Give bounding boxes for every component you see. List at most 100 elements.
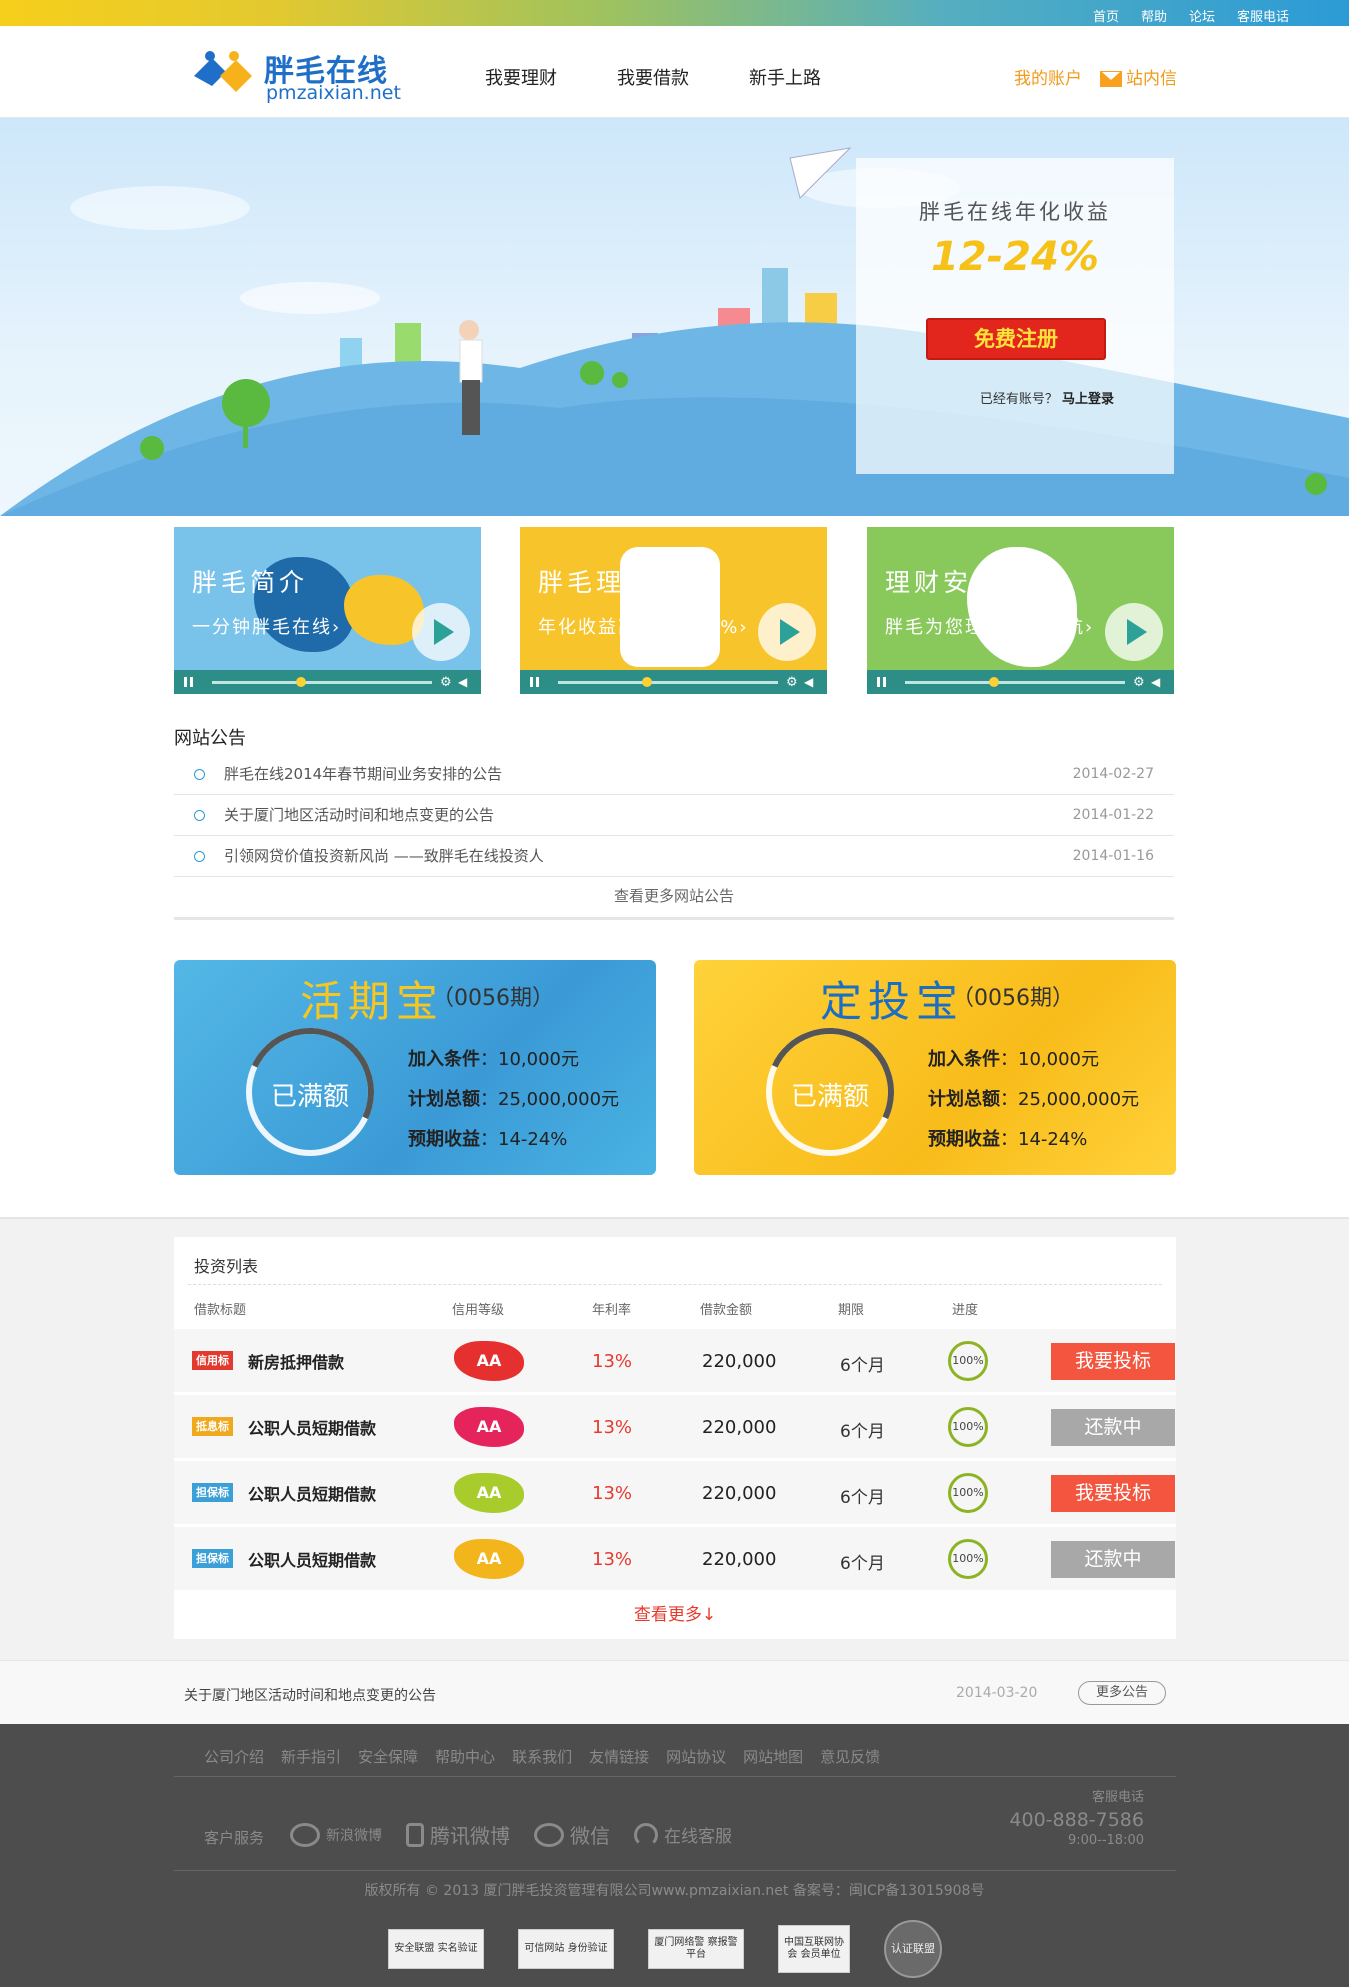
more-announcements-button[interactable]: 更多公告 — [1078, 1681, 1166, 1705]
police-report-badge[interactable]: 厦门网络警 察报警平台 — [648, 1929, 744, 1969]
notice-item[interactable]: 关于厦门地区活动时间和地点变更的公告 2014-01-22 — [174, 795, 1174, 836]
loan-name[interactable]: 公职人员短期借款 — [248, 1481, 376, 1505]
logo-en: pmzaixian.net — [266, 82, 401, 104]
logo[interactable]: 胖毛在线 pmzaixian.net — [190, 44, 420, 104]
repaying-button[interactable]: 还款中 — [1051, 1541, 1175, 1578]
notice-date: 2014-01-22 — [1072, 807, 1154, 823]
nav-newbie[interactable]: 新手上路 — [749, 64, 821, 90]
footer-link[interactable]: 安全保障 — [358, 1746, 418, 1767]
volume-icon[interactable]: ◀ — [804, 675, 813, 689]
nav-borrow[interactable]: 我要借款 — [617, 64, 689, 90]
notice-title: 网站公告 — [174, 728, 246, 749]
notice-ticker: 关于厦门地区活动时间和地点变更的公告 2014-03-20 更多公告 — [0, 1660, 1349, 1724]
table-row: 担保标 公职人员短期借款 AA 13% 220,000 6个月 100% 我要投… — [174, 1461, 1176, 1524]
my-account-link[interactable]: 我的账户 — [1014, 64, 1082, 89]
repaying-button[interactable]: 还款中 — [1051, 1409, 1175, 1446]
wechat-link[interactable]: 微信 — [534, 1820, 610, 1849]
credit-grade-badge: AA — [454, 1341, 524, 1381]
progress-knob[interactable] — [989, 677, 999, 687]
top-link-service-phone[interactable]: 客服电话 — [1237, 6, 1289, 25]
video-subtitle: 年化收益高达12-24%› — [538, 617, 749, 638]
loan-amount: 220,000 — [702, 1417, 777, 1438]
table-row: 担保标 公职人员短期借款 AA 13% 220,000 6个月 100% 还款中 — [174, 1527, 1176, 1590]
volume-icon[interactable]: ◀ — [458, 675, 467, 689]
progress-track[interactable] — [212, 681, 432, 684]
video-subtitle: 胖毛为您理财保驾护航› — [885, 617, 1095, 638]
product-card-fixed[interactable]: 定投宝 （0056期） 已满额 加入条件：10,000元 计划总额：25,000… — [694, 960, 1176, 1175]
footer-link[interactable]: 新手指引 — [281, 1746, 341, 1767]
hotline: 客服电话 400-888-7586 9:00--18:00 — [1009, 1786, 1144, 1848]
video-card-safety[interactable]: 理财安全 胖毛为您理财保驾护航› ⚙ ◀ — [867, 527, 1174, 694]
play-icon[interactable] — [758, 603, 816, 661]
footer-link[interactable]: 公司介绍 — [204, 1746, 264, 1767]
tencent-weibo-link[interactable]: 腾讯微博 — [406, 1820, 510, 1849]
progress-knob[interactable] — [296, 677, 306, 687]
footer-link[interactable]: 帮助中心 — [435, 1746, 495, 1767]
pause-icon[interactable] — [877, 677, 886, 687]
cond-value: ：10,000元 — [1000, 1049, 1099, 1070]
loan-name[interactable]: 新房抵押借款 — [248, 1349, 344, 1373]
progress-knob[interactable] — [642, 677, 652, 687]
headset-icon — [634, 1822, 658, 1847]
loan-rate: 13% — [592, 1351, 633, 1372]
total-label: 计划总额 — [408, 1089, 480, 1110]
notice-item[interactable]: 胖毛在线2014年春节期间业务安排的公告 2014-02-27 — [174, 754, 1174, 795]
footer-link[interactable]: 网站地图 — [743, 1746, 803, 1767]
internet-society-badge[interactable]: 中国互联网协会 会员单位 — [778, 1925, 850, 1973]
top-links: 首页 帮助 论坛 客服电话 — [1093, 6, 1289, 25]
social-label: 腾讯微博 — [430, 1824, 510, 1848]
login-link[interactable]: 马上登录 — [1062, 392, 1114, 407]
video-card-finance[interactable]: 胖毛理财 年化收益高达12-24%› ⚙ ◀ — [520, 527, 827, 694]
footer-link[interactable]: 联系我们 — [512, 1746, 572, 1767]
ticker-text[interactable]: 关于厦门地区活动时间和地点变更的公告 — [184, 1685, 436, 1705]
social-links: 新浪微博 腾讯微博 微信 在线客服 — [290, 1820, 732, 1849]
register-button[interactable]: 免费注册 — [926, 318, 1106, 360]
nav-invest[interactable]: 我要理财 — [485, 64, 557, 90]
top-link-help[interactable]: 帮助 — [1141, 6, 1167, 25]
customer-service-label: 客户服务 — [204, 1829, 265, 1847]
invest-list: 投资列表 借款标题 信用等级 年利率 借款金额 期限 进度 信用标 新房抵押借款… — [174, 1237, 1176, 1639]
notice-item[interactable]: 引领网贷价值投资新风尚 ——致胖毛在线投资人 2014-01-16 — [174, 836, 1174, 877]
loan-name[interactable]: 公职人员短期借款 — [248, 1547, 376, 1571]
product-card-current[interactable]: 活期宝 （0056期） 已满额 加入条件：10,000元 计划总额：25,000… — [174, 960, 656, 1175]
trusted-site-badge[interactable]: 可信网站 身份验证 — [518, 1929, 614, 1969]
top-link-home[interactable]: 首页 — [1093, 6, 1119, 25]
social-label: 在线客服 — [664, 1827, 732, 1847]
invest-button[interactable]: 我要投标 — [1051, 1475, 1175, 1512]
top-strip: 首页 帮助 论坛 客服电话 — [0, 0, 1349, 26]
top-link-forum[interactable]: 论坛 — [1189, 6, 1215, 25]
more-invest-link[interactable]: 查看更多↓ — [174, 1600, 1176, 1625]
play-icon[interactable] — [1105, 603, 1163, 661]
certification-alliance-badge[interactable]: 认证联盟 — [884, 1920, 942, 1978]
gear-icon[interactable]: ⚙ — [440, 675, 452, 690]
invest-button[interactable]: 我要投标 — [1051, 1343, 1175, 1380]
pause-icon[interactable] — [530, 677, 539, 687]
video-controls: ⚙ ◀ — [520, 670, 827, 694]
online-service-link[interactable]: 在线客服 — [634, 1822, 732, 1847]
col-rate: 年利率 — [592, 1303, 632, 1318]
loan-term: 6个月 — [840, 1356, 885, 1376]
gear-icon[interactable]: ⚙ — [786, 675, 798, 690]
more-notices-link[interactable]: 查看更多网站公告 — [174, 878, 1174, 920]
progress-track[interactable] — [558, 681, 778, 684]
footer-link[interactable]: 意见反馈 — [820, 1746, 880, 1767]
progress-track[interactable] — [905, 681, 1125, 684]
loan-tag: 信用标 — [192, 1351, 233, 1370]
gear-icon[interactable]: ⚙ — [1133, 675, 1145, 690]
loan-name[interactable]: 公职人员短期借款 — [248, 1415, 376, 1439]
weibo-link[interactable]: 新浪微博 — [290, 1822, 382, 1847]
security-alliance-badge[interactable]: 安全联盟 实名验证 — [388, 1929, 484, 1969]
footer-link[interactable]: 网站协议 — [666, 1746, 726, 1767]
footer-link[interactable]: 友情链接 — [589, 1746, 649, 1767]
pause-icon[interactable] — [184, 677, 193, 687]
total-value: ：25,000,000元 — [480, 1089, 620, 1110]
divider — [174, 1776, 1176, 1777]
logo-icon — [194, 51, 252, 92]
volume-icon[interactable]: ◀ — [1151, 675, 1160, 689]
product-status: 已满额 — [270, 1082, 349, 1112]
video-card-intro[interactable]: 胖毛简介 一分钟胖毛在线› ⚙ ◀ — [174, 527, 481, 694]
cond-label: 加入条件 — [408, 1049, 480, 1070]
play-icon[interactable] — [412, 603, 470, 661]
product-info: 加入条件：10,000元 计划总额：25,000,000元 预期收益：14-24… — [928, 1040, 1139, 1160]
inbox-link[interactable]: 站内信 — [1100, 64, 1177, 89]
